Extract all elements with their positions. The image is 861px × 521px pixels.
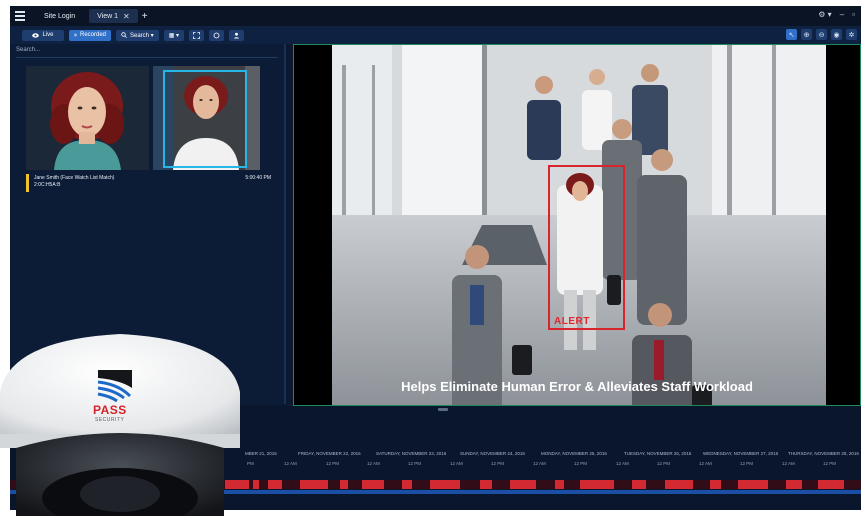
video-tile[interactable]: ALERT Helps Eliminate Human Error & Alle… <box>293 44 861 406</box>
recorded-button[interactable]: Recorded <box>69 29 111 41</box>
dome-camera-image: PASS SECURITY <box>0 322 260 521</box>
search-menu-button[interactable]: Search ▾ <box>116 29 159 41</box>
timeline-time: 12 PM <box>326 461 340 466</box>
timeline-time: 12 PM <box>657 461 671 466</box>
video-caption: Helps Eliminate Human Error & Alleviates… <box>401 379 753 394</box>
settings-icon[interactable]: ✲ <box>846 29 857 40</box>
detection-box <box>163 70 247 168</box>
toolbar: Live Recorded Search ▾ ▦ ▾ ↖ ⊕ ⊖ ◉ ✲ <box>10 26 861 44</box>
recording-segment <box>300 480 328 489</box>
tab-label: Site Login <box>44 12 76 20</box>
timeline-time: 12 PM <box>823 461 837 466</box>
fullscreen-icon <box>193 31 200 39</box>
recording-segment <box>818 480 844 489</box>
zoom-in-icon[interactable]: ⊕ <box>801 29 812 40</box>
recording-segment <box>362 480 384 489</box>
recording-segment <box>738 480 768 489</box>
layout-menu-button[interactable]: ▦ ▾ <box>163 29 185 41</box>
maximize-button[interactable]: ▫ <box>852 10 855 19</box>
settings-menu-button[interactable]: ⚙ ▾ <box>818 10 831 19</box>
user-icon <box>234 32 240 38</box>
live-label: Live <box>42 32 54 38</box>
timeline-date: WEDNESDAY, NOVEMBER 27, 2016 <box>703 451 779 456</box>
search-menu-label: Search ▾ <box>130 32 154 39</box>
pointer-tool-icon[interactable]: ↖ <box>786 29 797 40</box>
recording-segment <box>430 480 460 489</box>
timeline-time: 12 AM <box>616 461 629 466</box>
timeline-time: 12 AM <box>699 461 712 466</box>
recording-segment <box>580 480 614 489</box>
recorded-label: Recorded <box>79 32 106 38</box>
recording-segment <box>402 480 412 489</box>
timeline-time: 12 PM <box>740 461 754 466</box>
recording-segment <box>480 480 492 489</box>
timeline-time: 12 PM <box>574 461 588 466</box>
recording-segment <box>632 480 646 489</box>
alert-name: Jane Smith (Face Watch List Match) <box>34 175 115 181</box>
menu-icon[interactable] <box>10 6 30 26</box>
timeline-time: 12 AM <box>284 461 297 466</box>
alert-time: 5:00:40 PM <box>245 175 271 181</box>
fullscreen-button[interactable] <box>189 29 205 41</box>
search-icon <box>121 32 127 38</box>
recording-segment <box>786 480 802 489</box>
recording-segment <box>710 480 721 489</box>
list-item[interactable]: Jane Smith (Face Watch List Match) 2:0C:… <box>26 174 279 192</box>
timeline-drag-handle[interactable] <box>438 408 448 411</box>
camera-feed: ALERT <box>332 45 826 405</box>
window-controls: ⚙ ▾ – ▫ <box>818 10 855 19</box>
zoom-out-icon[interactable]: ⊖ <box>816 29 827 40</box>
user-button[interactable] <box>229 29 245 41</box>
minimize-button[interactable]: – <box>840 10 844 19</box>
timeline-date: THURSDAY, NOVEMBER 28, 2016 <box>788 451 859 456</box>
timeline-time: 12 AM <box>533 461 546 466</box>
alert-label: ALERT <box>554 316 590 327</box>
timeline-time: 12 AM <box>782 461 795 466</box>
recording-segment <box>555 480 564 489</box>
refresh-icon <box>213 32 220 38</box>
brand-name: PASS <box>93 403 127 417</box>
alert-detection-box: ALERT <box>548 165 625 330</box>
title-bar: Site Login View 1 ✕ + ⚙ ▾ – ▫ <box>10 6 861 26</box>
timeline-date: FRIDAY, NOVEMBER 22, 2016 <box>298 451 361 456</box>
eye-icon <box>32 32 40 38</box>
timeline-time: 12 PM <box>491 461 505 466</box>
live-button[interactable]: Live <box>22 29 64 41</box>
alert-id: 2:0C:H5A:B <box>34 182 61 188</box>
recording-segment <box>340 480 348 489</box>
search-input[interactable]: Search... <box>16 47 278 58</box>
tab-view-1[interactable]: View 1 ✕ <box>89 9 138 23</box>
close-tab-icon[interactable]: ✕ <box>123 12 130 21</box>
tab-site-login[interactable]: Site Login <box>36 9 83 23</box>
brand-subtext: SECURITY <box>95 417 125 423</box>
timeline-time: 12 AM <box>367 461 380 466</box>
timeline-date: SATURDAY, NOVEMBER 23, 2016 <box>376 451 447 456</box>
recording-segment <box>665 480 693 489</box>
timeline-time: 12 AM <box>450 461 463 466</box>
sync-button[interactable] <box>209 29 225 41</box>
snapshot-icon[interactable]: ◉ <box>831 29 842 40</box>
capture-face-image <box>153 66 260 170</box>
tab-label: View 1 <box>97 12 119 20</box>
timeline-date: TUESDAY, NOVEMBER 26, 2016 <box>624 451 692 456</box>
add-tab-button[interactable]: + <box>142 11 148 22</box>
layout-menu-label: ▦ ▾ <box>168 32 180 39</box>
view-tools: ↖ ⊕ ⊖ ◉ ✲ <box>786 29 857 40</box>
recorded-icon <box>74 33 77 37</box>
timeline-time: 12 PM <box>408 461 422 466</box>
face-photo <box>26 66 149 170</box>
timeline-date: SUNDAY, NOVEMBER 24, 2016 <box>460 451 525 456</box>
watchlist-face-image <box>26 66 149 170</box>
recording-segment <box>510 480 536 489</box>
timeline-date: MONDAY, NOVEMBER 25, 2016 <box>541 451 607 456</box>
recording-segment <box>268 480 282 489</box>
